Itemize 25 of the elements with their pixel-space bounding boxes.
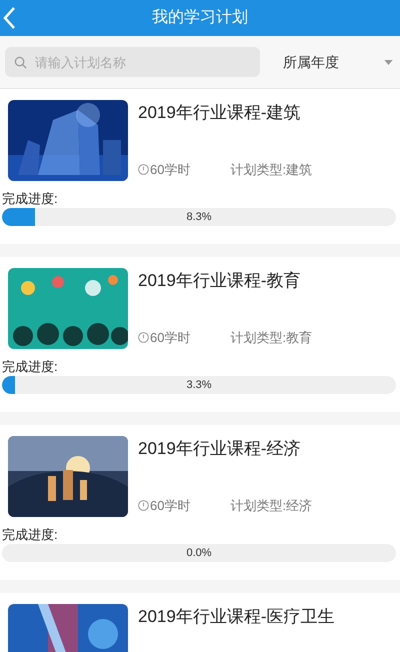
plan-title: 2019年行业课程-建筑 [138,102,302,124]
progress-percent: 8.3% [185,210,213,225]
plan-title: 2019年行业课程-医疗卫生 [138,606,336,628]
clock-icon [138,164,149,175]
page-title: 我的学习计划 [152,8,248,28]
progress-percent: 0.0% [185,546,213,561]
progress-label: 完成进度: [2,527,59,543]
progress-label: 完成进度: [2,191,59,207]
clock-icon [138,332,149,343]
progress-label: 完成进度: [2,359,59,375]
progress-percent: 3.3% [185,378,213,393]
caret-icon [384,60,393,64]
plan-title: 2019年行业课程-经济 [138,438,302,460]
search-icon [14,56,27,69]
search-field[interactable]: 请输入计划名称 [5,47,260,77]
plan-type: 计划类型:建筑 [230,160,312,178]
back-icon[interactable] [2,6,16,30]
plan-title: 2019年行业课程-教育 [138,270,302,292]
plan-type: 计划类型:经济 [230,496,312,514]
clock-icon [138,500,149,511]
course-hours: 60学时 [150,496,190,514]
plan-type: 计划类型:教育 [230,328,312,346]
course-hours: 60学时 [150,160,190,178]
course-hours: 60学时 [150,328,190,346]
year-dropdown[interactable]: 所属年度 [260,52,393,72]
